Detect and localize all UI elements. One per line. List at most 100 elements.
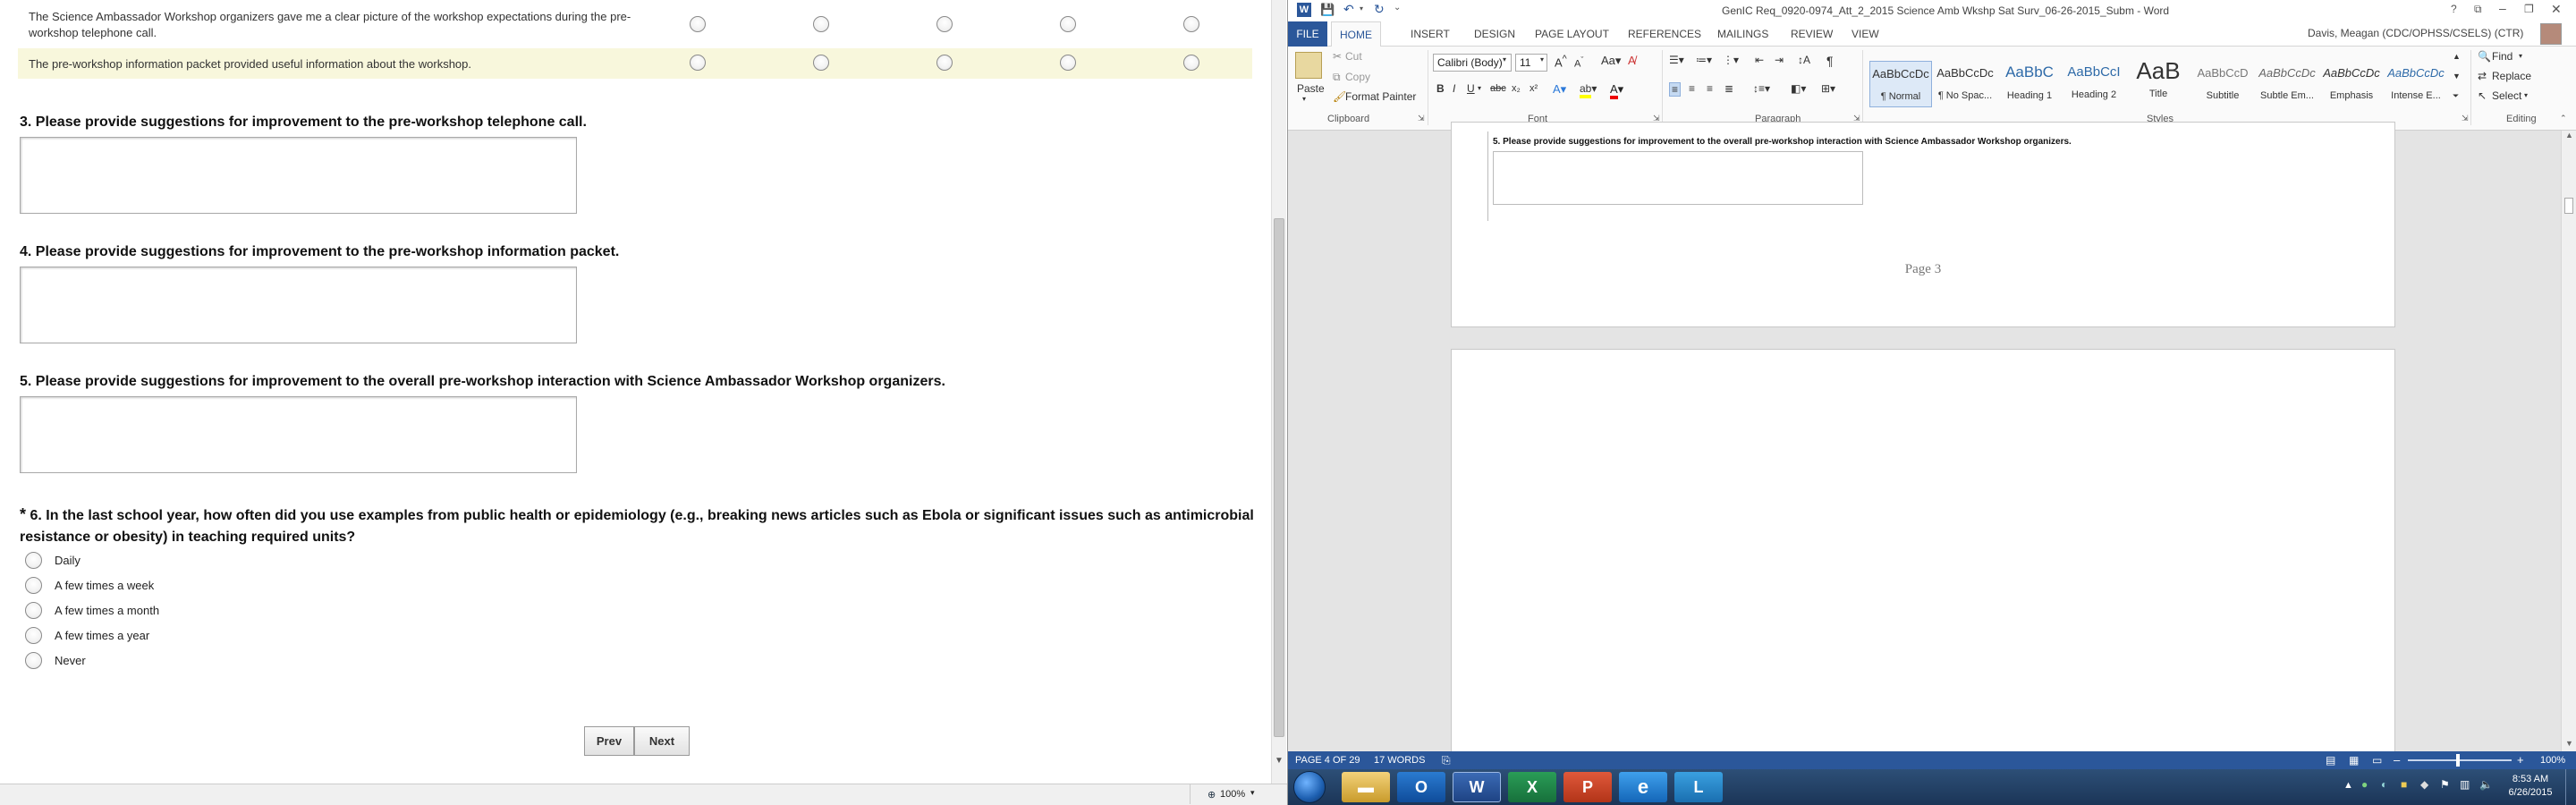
style-normal[interactable]: AaBbCcDc ¶ Normal xyxy=(1869,61,1932,107)
user-avatar[interactable] xyxy=(2540,23,2562,45)
font-color-icon[interactable]: A▾ xyxy=(1610,82,1623,99)
change-case-icon[interactable]: Aa▾ xyxy=(1601,54,1621,68)
paste-button[interactable]: Paste xyxy=(1297,82,1325,95)
multilevel-list-icon[interactable]: ⋮▾ xyxy=(1723,54,1739,66)
subscript-icon[interactable]: x₂ xyxy=(1512,83,1521,94)
show-hide-icon[interactable]: ¶ xyxy=(1826,54,1834,68)
vertical-scrollbar[interactable]: ▼ xyxy=(1271,0,1286,787)
replace-icon[interactable]: ⇄ xyxy=(2478,70,2487,82)
lync-icon[interactable]: L xyxy=(1674,772,1723,802)
page-count[interactable]: PAGE 4 OF 29 xyxy=(1295,755,1360,766)
scrollbar-thumb[interactable] xyxy=(2564,198,2573,214)
copy-icon[interactable]: ⧉ xyxy=(1333,71,1341,84)
align-left-icon[interactable]: ≡ xyxy=(1669,82,1682,97)
replace-button[interactable]: Replace xyxy=(2492,70,2531,82)
tab-references[interactable]: REFERENCES xyxy=(1628,21,1701,47)
scroll-up-arrow-icon[interactable]: ▲ xyxy=(2565,131,2573,140)
find-dropdown-icon[interactable]: ▾ xyxy=(2519,52,2522,60)
document-vertical-scrollbar[interactable]: ▲ ▼ xyxy=(2561,131,2576,751)
file-explorer-icon[interactable]: ▬ xyxy=(1342,772,1390,802)
cut-button[interactable]: Cut xyxy=(1345,50,1362,63)
save-icon[interactable]: 💾 xyxy=(1320,3,1335,17)
paste-icon[interactable] xyxy=(1295,52,1322,79)
powerpoint-icon[interactable]: P xyxy=(1563,772,1612,802)
user-name[interactable]: Davis, Meagan (CDC/OPHSS/CSELS) (CTR) xyxy=(2308,27,2523,39)
radio-button[interactable] xyxy=(25,651,42,669)
browser-zoom-level[interactable]: 100% xyxy=(1220,789,1245,800)
style-no-spacing[interactable]: AaBbCcDc ¶ No Spac... xyxy=(1934,61,1996,107)
bullets-icon[interactable]: ☰▾ xyxy=(1669,54,1684,66)
matrix-row2-radio-4[interactable] xyxy=(1060,55,1076,71)
doc-question-5[interactable]: 5. Please provide suggestions for improv… xyxy=(1493,137,2072,147)
outlook-icon[interactable]: O xyxy=(1397,772,1445,802)
excel-icon[interactable]: X xyxy=(1508,772,1556,802)
tray-icon[interactable]: ■ xyxy=(2401,778,2407,791)
tab-view[interactable]: VIEW xyxy=(1852,21,1879,47)
decrease-indent-icon[interactable]: ⇤ xyxy=(1755,54,1764,66)
sort-icon[interactable]: ↕A xyxy=(1798,54,1810,66)
styles-scroll-up-icon[interactable]: ▲ xyxy=(2453,52,2461,61)
style-emphasis[interactable]: AaBbCcDc Emphasis xyxy=(2320,61,2383,107)
numbering-icon[interactable]: ≔▾ xyxy=(1696,54,1712,66)
style-heading-1[interactable]: AaBbC Heading 1 xyxy=(1998,61,2061,107)
show-desktop-button[interactable] xyxy=(2565,769,2576,805)
question-4-textarea[interactable] xyxy=(20,267,577,343)
clear-formatting-icon[interactable]: A̸ xyxy=(1628,54,1636,67)
matrix-row1-radio-5[interactable] xyxy=(1183,16,1199,32)
dialog-launcher-icon[interactable]: ⇲ xyxy=(2462,114,2469,123)
word-taskbar-icon[interactable]: W xyxy=(1453,772,1501,802)
web-layout-icon[interactable]: ▭ xyxy=(2372,754,2382,767)
word-count[interactable]: 17 WORDS xyxy=(1374,755,1425,766)
select-dropdown-icon[interactable]: ▾ xyxy=(2524,91,2528,99)
borders-icon[interactable]: ⊞▾ xyxy=(1821,82,1835,95)
redo-icon[interactable]: ↻ xyxy=(1374,2,1385,17)
dialog-launcher-icon[interactable]: ⇲ xyxy=(1418,114,1425,123)
radio-button[interactable] xyxy=(25,601,42,619)
copy-button[interactable]: Copy xyxy=(1345,71,1370,83)
underline-icon[interactable]: U xyxy=(1467,82,1475,95)
prev-button[interactable]: Prev xyxy=(584,726,634,756)
undo-icon[interactable]: ↶ xyxy=(1343,2,1354,17)
matrix-row1-radio-3[interactable] xyxy=(936,16,953,32)
matrix-row2-radio-1[interactable] xyxy=(690,55,706,71)
question-5-textarea[interactable] xyxy=(20,396,577,473)
volume-icon[interactable]: 🔈 xyxy=(2479,778,2493,791)
action-center-icon[interactable]: ⚑ xyxy=(2440,778,2450,791)
select-button[interactable]: Select xyxy=(2492,89,2521,102)
matrix-row1-radio-1[interactable] xyxy=(690,16,706,32)
font-size-dropdown-icon[interactable]: ▾ xyxy=(1540,55,1544,64)
document-area[interactable]: 5. Please provide suggestions for improv… xyxy=(1288,122,2561,769)
scroll-down-arrow-icon[interactable]: ▼ xyxy=(2565,739,2573,748)
font-name-select[interactable]: Calibri (Body) xyxy=(1433,54,1512,72)
matrix-row2-radio-5[interactable] xyxy=(1183,55,1199,71)
zoom-in-icon[interactable]: + xyxy=(2517,753,2524,767)
increase-indent-icon[interactable]: ⇥ xyxy=(1775,54,1784,66)
document-page[interactable] xyxy=(1451,349,2395,769)
cut-icon[interactable]: ✂ xyxy=(1333,50,1342,63)
styles-more-icon[interactable]: ⏷ xyxy=(2453,91,2459,101)
align-right-icon[interactable]: ≡ xyxy=(1707,82,1713,95)
document-page[interactable]: 5. Please provide suggestions for improv… xyxy=(1451,122,2395,327)
style-subtitle[interactable]: AaBbCcD Subtitle xyxy=(2191,61,2254,107)
proofing-icon[interactable]: ⎘ xyxy=(1442,754,1451,767)
underline-dropdown-icon[interactable]: ▾ xyxy=(1478,84,1481,92)
bold-icon[interactable]: B xyxy=(1436,82,1445,95)
close-icon[interactable]: ✕ xyxy=(2551,2,2562,17)
font-name-dropdown-icon[interactable]: ▾ xyxy=(1503,55,1506,64)
read-mode-icon[interactable]: ▤ xyxy=(2326,754,2335,767)
internet-explorer-icon[interactable]: e xyxy=(1619,772,1667,802)
zoom-slider[interactable] xyxy=(2408,754,2512,767)
zoom-dropdown-icon[interactable]: ▾ xyxy=(1250,788,1255,798)
matrix-row1-radio-4[interactable] xyxy=(1060,16,1076,32)
format-painter-button[interactable]: Format Painter xyxy=(1345,90,1416,103)
q6-option-never[interactable]: Never xyxy=(25,651,86,669)
tab-home[interactable]: HOME xyxy=(1331,21,1381,47)
help-icon[interactable]: ? xyxy=(2451,3,2457,15)
zoom-icon[interactable]: ⊕ xyxy=(1208,789,1216,801)
clock[interactable]: 8:53 AM 6/26/2015 xyxy=(2501,773,2560,800)
q6-option-daily[interactable]: Daily xyxy=(25,551,80,569)
find-icon[interactable]: 🔍 xyxy=(2478,50,2491,63)
network-icon[interactable]: ▥ xyxy=(2460,778,2470,791)
tray-icon[interactable]: ● xyxy=(2361,778,2368,791)
line-spacing-icon[interactable]: ↕≡▾ xyxy=(1753,82,1770,95)
